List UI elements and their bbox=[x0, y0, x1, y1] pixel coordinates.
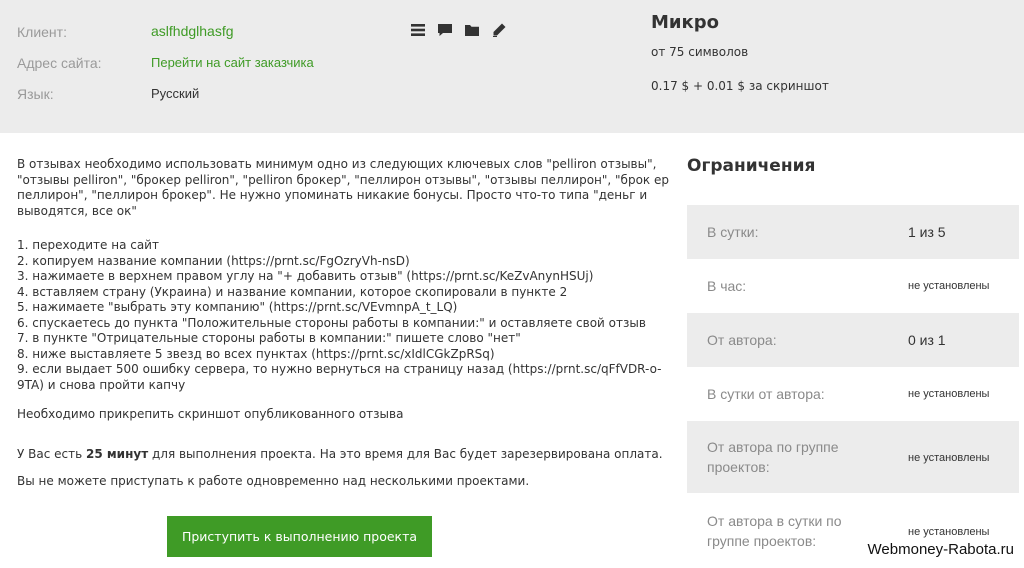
task-toolbar bbox=[408, 20, 508, 39]
pencil-icon[interactable] bbox=[489, 20, 508, 39]
concurrent-note: Вы не можете приступать к работе одновре… bbox=[17, 474, 530, 488]
limit-row-author: От автора: 0 из 1 bbox=[687, 313, 1019, 367]
limit-row-author-daily: В сутки от автора: не установлены bbox=[687, 367, 1019, 421]
limit-value: не установлены bbox=[908, 526, 990, 538]
task-description: В отзывах необходимо использовать миниму… bbox=[17, 157, 673, 219]
plan-min-chars: от 75 символов bbox=[651, 45, 749, 59]
limit-value: 0 из 1 bbox=[908, 332, 946, 348]
limit-label: От автора в сутки по группе проектов: bbox=[707, 513, 842, 549]
client-label: Клиент: bbox=[17, 24, 67, 40]
client-name: aslfhdglhasfg bbox=[151, 23, 234, 39]
limit-row-hourly: В час: не установлены bbox=[687, 259, 1019, 313]
limit-row-author-group: От автора по группе проектов: не установ… bbox=[687, 421, 1019, 493]
list-icon[interactable] bbox=[408, 20, 427, 39]
limit-label: От автора: bbox=[707, 332, 777, 348]
step-item: 3. нажимаете в верхнем правом углу на "+… bbox=[17, 269, 594, 283]
limits-title: Ограничения bbox=[687, 156, 816, 176]
limit-label: В сутки от автора: bbox=[707, 386, 825, 402]
limit-label: В час: bbox=[707, 278, 747, 294]
step-item: 4. вставляем страну (Украина) и название… bbox=[17, 284, 568, 299]
language-value: Русский bbox=[151, 86, 200, 101]
limit-row-daily: В сутки: 1 из 5 bbox=[687, 205, 1019, 259]
site-label: Адрес сайта: bbox=[17, 55, 102, 71]
client-site-link[interactable]: Перейти на сайт заказчика bbox=[151, 55, 314, 70]
start-task-button[interactable]: Приступить к выполнению проекта bbox=[167, 516, 432, 557]
limit-value: не установлены bbox=[908, 388, 990, 400]
step-item: 6. спускаетесь до пункта "Положительные … bbox=[17, 315, 646, 330]
comment-icon[interactable] bbox=[435, 20, 454, 39]
limit-value: 1 из 5 bbox=[908, 224, 946, 240]
folder-icon[interactable] bbox=[462, 20, 481, 39]
screenshot-requirement: Необходимо прикрепить скриншот опубликов… bbox=[17, 407, 404, 421]
task-steps: 1. переходите на сайт 2. копируем назван… bbox=[17, 238, 679, 393]
time-value: 25 минут bbox=[85, 447, 149, 461]
limit-value: не установлены bbox=[908, 452, 990, 464]
limit-label: От автора по группе проектов: bbox=[707, 439, 839, 475]
step-item: 2. копируем название компании (https://p… bbox=[17, 253, 410, 268]
plan-title: Микро bbox=[651, 12, 719, 33]
time-suffix: для выполнения проекта. На это время для… bbox=[148, 447, 663, 461]
site-watermark: Webmoney-Rabota.ru bbox=[865, 541, 1016, 558]
step-item: 9. если выдает 500 ошибку сервера, то ну… bbox=[17, 362, 662, 392]
step-item: 7. в пункте "Отрицательные стороны работ… bbox=[17, 331, 521, 345]
time-limit-note: У Вас есть 25 минут для выполнения проек… bbox=[17, 447, 687, 461]
limit-value: не установлены bbox=[908, 280, 990, 292]
plan-price: 0.17 $ + 0.01 $ за скриншот bbox=[651, 79, 829, 93]
step-item: 5. нажимаете "выбрать эту компанию" (htt… bbox=[17, 300, 458, 314]
language-label: Язык: bbox=[17, 86, 54, 102]
step-item: 8. ниже выставляете 5 звезд во всех пунк… bbox=[17, 346, 495, 361]
limit-label: В сутки: bbox=[707, 224, 759, 240]
task-intro: В отзывах необходимо использовать миниму… bbox=[17, 157, 669, 218]
task-header: Клиент: aslfhdglhasfg Адрес сайта: Перей… bbox=[0, 0, 1024, 133]
time-prefix: У Вас есть bbox=[17, 447, 86, 461]
step-item: 1. переходите на сайт bbox=[17, 238, 159, 252]
